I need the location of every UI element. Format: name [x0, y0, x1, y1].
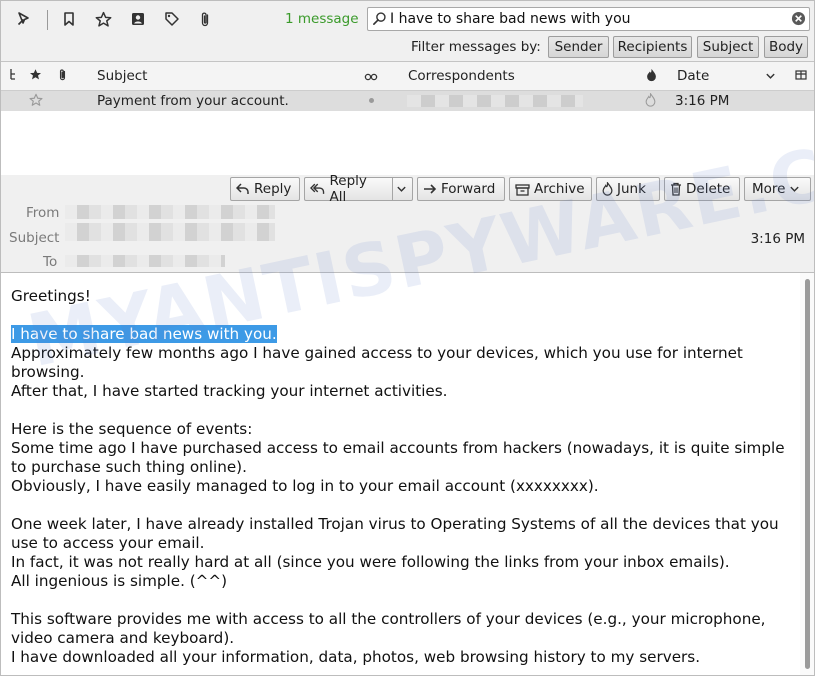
mail-window: 1 message Filter messages by: Sender Rec…: [0, 0, 815, 676]
scrollbar-thumb[interactable]: [805, 279, 810, 669]
more-label: More: [752, 181, 786, 197]
thread-pane: Subject Correspondents Date Payment from…: [1, 61, 814, 176]
attachment-column-icon[interactable]: [57, 68, 68, 86]
from-value-redacted: [65, 205, 275, 219]
reply-all-icon: [310, 183, 325, 194]
filter-subject-button[interactable]: Subject: [697, 36, 759, 58]
search-icon: [372, 11, 387, 30]
row-subject: Payment from your account.: [97, 93, 289, 109]
quick-filter-search[interactable]: [367, 7, 810, 31]
delete-label: Delete: [686, 181, 731, 197]
read-column-icon[interactable]: [364, 70, 378, 86]
subject-value-redacted: [65, 223, 275, 241]
chevron-down-icon: [790, 186, 800, 192]
message-count: 1 message: [285, 11, 359, 27]
row-star-icon[interactable]: [29, 93, 43, 111]
to-label: To: [43, 254, 58, 270]
search-input[interactable]: [390, 9, 785, 29]
chevron-down-icon: [397, 186, 406, 192]
forward-icon: [424, 184, 437, 194]
body-paragraph-4: This software provides me with access to…: [11, 610, 766, 666]
delete-button[interactable]: Delete: [664, 177, 740, 201]
starred-column-icon[interactable]: [29, 68, 42, 85]
junk-icon: [602, 182, 613, 196]
subject-column-header[interactable]: Subject: [97, 68, 147, 84]
filter-body-button[interactable]: Body: [764, 36, 808, 58]
body-greeting: Greetings!: [11, 287, 91, 305]
highlighted-text: I have to share bad news with you.: [11, 325, 277, 343]
subject-label: Subject: [9, 230, 60, 246]
body-scrollbar[interactable]: [800, 273, 814, 675]
trash-icon: [671, 182, 681, 196]
reply-all-dropdown[interactable]: [393, 177, 413, 201]
clear-search-icon[interactable]: [791, 11, 806, 30]
correspondents-column-header[interactable]: Correspondents: [408, 68, 515, 84]
reply-all-label: Reply All: [329, 173, 367, 205]
body-paragraph-2: Here is the sequence of events: Some tim…: [11, 420, 785, 495]
thread-column-header: Subject Correspondents Date: [1, 62, 814, 91]
from-label: From: [26, 205, 60, 221]
sort-chevron-down-icon[interactable]: [765, 69, 776, 85]
reply-all-button[interactable]: Reply All: [304, 173, 393, 205]
junk-column-icon[interactable]: [646, 68, 657, 86]
quick-filter-bar: 1 message Filter messages by: Sender Rec…: [1, 1, 814, 61]
message-header: Reply Reply All Forward Archive Junk Del…: [1, 173, 814, 273]
unread-icon[interactable]: [58, 8, 80, 30]
row-date: 3:16 PM: [675, 93, 730, 109]
archive-icon: [515, 183, 530, 196]
pin-icon[interactable]: [13, 8, 35, 30]
tag-icon[interactable]: [161, 8, 183, 30]
filter-label: Filter messages by:: [411, 39, 541, 55]
junk-button[interactable]: Junk: [596, 177, 660, 201]
message-body-pane[interactable]: Greetings! I have to share bad news with…: [1, 273, 814, 675]
forward-button[interactable]: Forward: [417, 177, 505, 201]
thread-row[interactable]: Payment from your account. 3:16 PM: [1, 91, 814, 111]
message-date: 3:16 PM: [750, 231, 805, 247]
row-correspondents-redacted: [407, 95, 583, 107]
forward-label: Forward: [441, 181, 496, 197]
message-body: Greetings! I have to share bad news with…: [11, 287, 791, 675]
to-value-redacted: [65, 255, 225, 267]
filter-sender-button[interactable]: Sender: [548, 36, 609, 58]
column-picker-icon[interactable]: [795, 69, 807, 85]
body-paragraph-1: I have to share bad news with you. Appro…: [11, 325, 743, 400]
junk-label: Junk: [617, 181, 646, 197]
reply-label: Reply: [254, 181, 292, 197]
row-read-dot-icon[interactable]: [369, 98, 374, 103]
archive-button[interactable]: Archive: [509, 177, 592, 201]
archive-label: Archive: [534, 181, 585, 197]
star-icon[interactable]: [92, 8, 114, 30]
reply-button[interactable]: Reply: [230, 177, 300, 201]
more-button[interactable]: More: [744, 177, 811, 201]
attachment-icon[interactable]: [194, 8, 216, 30]
contact-icon[interactable]: [127, 8, 149, 30]
filter-recipients-button[interactable]: Recipients: [613, 36, 692, 58]
reply-icon: [236, 183, 249, 194]
toolbar-separator: [47, 10, 48, 30]
thread-column-icon[interactable]: [9, 67, 17, 85]
row-junk-icon[interactable]: [645, 92, 656, 111]
date-column-header[interactable]: Date: [677, 68, 709, 84]
body-paragraph-3: One week later, I have already installed…: [11, 515, 779, 590]
